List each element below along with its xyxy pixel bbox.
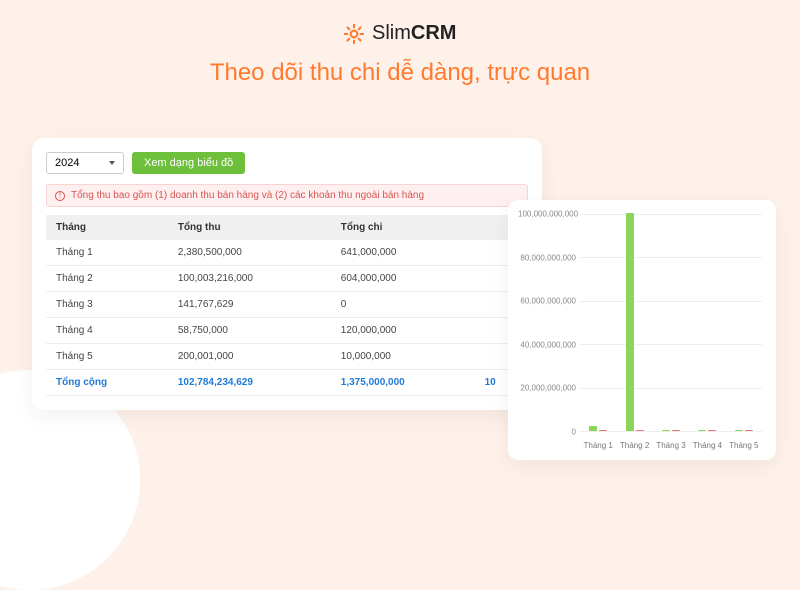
x-tick-label: Tháng 5 bbox=[726, 441, 762, 450]
x-tick-label: Tháng 3 bbox=[653, 441, 689, 450]
bar-chart: 0 20,000,000,000 40,000,000,000 60,000,000,… bbox=[518, 210, 766, 454]
view-chart-button[interactable]: Xem dạng biểu đồ bbox=[132, 152, 245, 174]
income-expense-card: 2024 Xem dạng biểu đồ ! Tổng thu bao gồm… bbox=[32, 138, 542, 410]
bar bbox=[662, 430, 670, 431]
bar bbox=[735, 430, 743, 431]
controls-row: 2024 Xem dạng biểu đồ bbox=[46, 152, 528, 174]
year-select[interactable]: 2024 bbox=[46, 152, 124, 174]
table-row: Tháng 5200,001,00010,000,000 bbox=[46, 344, 528, 370]
table-row: Tháng 458,750,000120,000,000 bbox=[46, 318, 528, 344]
table-row: Tháng 3141,767,6290 bbox=[46, 292, 528, 318]
y-tick-label: 40,000,000,000 bbox=[518, 340, 576, 349]
bar-group bbox=[653, 430, 689, 431]
bar-group bbox=[689, 430, 725, 431]
x-tick-label: Tháng 4 bbox=[689, 441, 725, 450]
y-tick-label: 60,000,000,000 bbox=[518, 297, 576, 306]
bar bbox=[599, 430, 607, 431]
brand-logo: SlimCRM bbox=[0, 0, 800, 45]
brand-name: SlimCRM bbox=[372, 22, 456, 44]
y-tick-label: 20,000,000,000 bbox=[518, 384, 576, 393]
y-tick-label: 0 bbox=[518, 428, 576, 437]
bar bbox=[589, 426, 597, 431]
bar-group bbox=[616, 213, 652, 431]
chart-card: 0 20,000,000,000 40,000,000,000 60,000,000,… bbox=[508, 200, 776, 460]
col-exp: Tổng chi bbox=[331, 215, 475, 240]
notice-text: Tổng thu bao gồm (1) doanh thu bán hàng … bbox=[71, 190, 424, 201]
bar bbox=[708, 430, 716, 431]
y-tick-label: 80,000,000,000 bbox=[518, 253, 576, 262]
bar-group bbox=[726, 430, 762, 431]
col-rev: Tổng thu bbox=[168, 215, 331, 240]
bar bbox=[745, 430, 753, 431]
bar bbox=[698, 430, 706, 431]
bar bbox=[636, 430, 644, 431]
year-value: 2024 bbox=[55, 157, 79, 169]
table-total-row: Tổng cộng 102,784,234,629 1,375,000,000 … bbox=[46, 370, 528, 396]
gear-icon bbox=[344, 24, 364, 44]
bar bbox=[672, 430, 680, 431]
x-tick-label: Tháng 2 bbox=[616, 441, 652, 450]
bar bbox=[626, 213, 634, 431]
y-tick-label: 100,000,000,000 bbox=[518, 210, 576, 219]
income-expense-table: Tháng Tổng thu Tổng chi Tháng 12,380,500… bbox=[46, 215, 528, 396]
table-row: Tháng 2100,003,216,000604,000,000 bbox=[46, 266, 528, 292]
x-tick-label: Tháng 1 bbox=[580, 441, 616, 450]
table-row: Tháng 12,380,500,000641,000,000 bbox=[46, 240, 528, 266]
col-month: Tháng bbox=[46, 215, 168, 240]
info-icon: ! bbox=[55, 191, 65, 201]
chevron-down-icon bbox=[109, 161, 115, 165]
bar-group bbox=[580, 426, 616, 431]
notice-bar: ! Tổng thu bao gồm (1) doanh thu bán hàn… bbox=[46, 184, 528, 207]
tagline: Theo dõi thu chi dễ dàng, trực quan bbox=[0, 59, 800, 87]
